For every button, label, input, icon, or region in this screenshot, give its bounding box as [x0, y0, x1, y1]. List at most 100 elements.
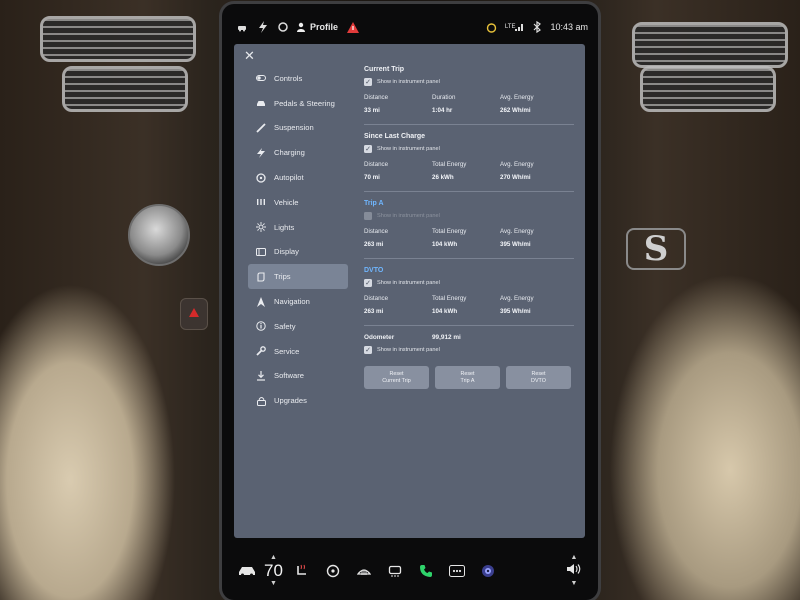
defrost-rear-icon[interactable]: [384, 560, 406, 582]
sidebar-item-autopilot[interactable]: Autopilot: [248, 165, 348, 190]
sidebar-item-label: Lights: [274, 222, 295, 232]
lock-icon: [256, 396, 266, 406]
trip-a-show-checkbox[interactable]: Show in instrument panel: [364, 212, 574, 220]
volume-up-icon[interactable]: ▲: [571, 554, 578, 562]
current-trip-stats: Distance 33 mi Duration 1:04 hr Avg. Energ…: [364, 94, 574, 114]
car-icon: [256, 98, 266, 108]
stat-label: Distance: [364, 94, 389, 101]
stat-avg-energy: Avg. Energy 395 Wh/mi: [500, 295, 570, 315]
network-label: LTE: [504, 24, 516, 30]
glovebox-knob: [128, 204, 190, 266]
stat-label: Total Energy: [432, 161, 467, 168]
sidebar-item-label: Safety: [274, 321, 296, 331]
sidebar-item-charging[interactable]: Charging: [248, 140, 348, 165]
sidebar-item-label: Suspension: [274, 123, 314, 133]
stat-value: 263 mi: [364, 241, 384, 248]
trips-content: Current Trip ✓ Show in instrument panel …: [364, 66, 574, 389]
sidebar-item-label: Software: [274, 371, 304, 381]
odometer-show-checkbox[interactable]: ✓ Show in instrument panel: [364, 346, 574, 354]
odometer-label: Odometer: [364, 334, 395, 341]
right-air-vent: [632, 22, 788, 68]
temp-down-icon[interactable]: ▼: [270, 580, 277, 588]
lightning-icon[interactable]: [256, 20, 270, 34]
button-line: Reset: [460, 370, 475, 377]
defrost-front-icon[interactable]: [353, 560, 375, 582]
button-line: Reset: [389, 370, 404, 377]
sidebar-item-upgrades[interactable]: Upgrades: [248, 388, 348, 413]
volume-control[interactable]: ▲ ▼: [566, 554, 582, 588]
headlight-icon[interactable]: [276, 20, 290, 34]
bottom-dock: ▲ 70 ▼ ▲ ▼: [236, 548, 588, 594]
stat-label: Avg. Energy: [500, 228, 534, 235]
sidebar-item-lights[interactable]: Lights: [248, 215, 348, 240]
seat-heater-icon[interactable]: [291, 560, 313, 582]
current-trip-show-checkbox[interactable]: ✓ Show in instrument panel: [364, 78, 574, 86]
stat-duration: Duration 1:04 hr: [432, 94, 500, 114]
settings-panel: ✕ Controls Pedals & Steering Suspension …: [234, 44, 585, 538]
checkbox-label: Show in instrument panel: [377, 280, 440, 286]
stat-distance: Distance 263 mi: [364, 228, 432, 248]
bluetooth-icon[interactable]: [530, 20, 544, 34]
checkbox-checked-icon: ✓: [364, 279, 372, 287]
stat-label: Avg. Energy: [500, 94, 534, 101]
car-lock-icon[interactable]: [236, 20, 250, 34]
temperature-control[interactable]: ▲ 70 ▼: [264, 554, 283, 588]
suspension-icon: [256, 123, 266, 133]
settings-sidebar: Controls Pedals & Steering Suspension Ch…: [248, 66, 348, 413]
stat-value: 104 kWh: [432, 241, 458, 248]
warning-icon[interactable]: [346, 20, 360, 34]
stat-value: 26 kWh: [432, 174, 454, 181]
sidebar-item-vehicle[interactable]: Vehicle: [248, 190, 348, 215]
reset-trip-a-button[interactable]: Reset Trip A: [435, 366, 500, 389]
reset-dvto-button[interactable]: Reset DVTO: [506, 366, 571, 389]
profile-button[interactable]: Profile: [296, 22, 338, 32]
profile-label: Profile: [310, 22, 339, 32]
sidebar-item-controls[interactable]: Controls: [248, 66, 348, 91]
since-last-charge-section: Since Last Charge ✓ Show in instrument p…: [364, 133, 574, 181]
sidebar-item-label: Autopilot: [274, 173, 304, 183]
volume-icon[interactable]: [566, 562, 582, 580]
stat-value: 262 Wh/mi: [500, 107, 531, 114]
since-last-charge-show-checkbox[interactable]: ✓ Show in instrument panel: [364, 145, 574, 153]
apps-icon[interactable]: [446, 560, 468, 582]
stat-total-energy: Total Energy 26 kWh: [432, 161, 500, 181]
stat-total-energy: Total Energy 104 kWh: [432, 228, 500, 248]
sidebar-item-safety[interactable]: Safety: [248, 314, 348, 339]
dvto-title: DVTO: [364, 267, 384, 274]
checkbox-label: Show in instrument panel: [377, 79, 440, 85]
stat-label: Distance: [364, 161, 389, 168]
checkbox-checked-icon: ✓: [364, 145, 372, 153]
sidebar-item-software[interactable]: Software: [248, 364, 348, 389]
car-icon[interactable]: [236, 560, 258, 582]
vehicle-bars-icon: [256, 197, 266, 207]
sidebar-item-trips[interactable]: Trips: [248, 264, 348, 290]
stat-label: Duration: [432, 94, 456, 101]
phone-icon[interactable]: [415, 560, 437, 582]
odometer-value: 99,912 mi: [432, 334, 461, 341]
stat-label: Avg. Energy: [500, 161, 534, 168]
sidebar-item-service[interactable]: Service: [248, 339, 348, 364]
sidebar-item-display[interactable]: Display: [248, 240, 348, 265]
sidebar-item-label: Charging: [274, 148, 305, 158]
sidebar-item-suspension[interactable]: Suspension: [248, 116, 348, 141]
checkbox-label: Show in instrument panel: [377, 146, 440, 152]
section-divider: [364, 258, 574, 259]
stat-value: 395 Wh/mi: [500, 241, 531, 248]
volume-down-icon[interactable]: ▼: [571, 580, 578, 588]
camera-icon[interactable]: [477, 560, 499, 582]
lightning-icon: [256, 147, 266, 158]
clock-time: 10:43 am: [550, 22, 588, 32]
sidebar-item-navigation[interactable]: Navigation: [248, 289, 348, 314]
sidebar-item-label: Upgrades: [274, 396, 307, 406]
stat-label: Avg. Energy: [500, 295, 534, 302]
reset-current-trip-button[interactable]: Reset Current Trip: [364, 366, 429, 389]
odometer-row: Odometer 99,912 mi: [364, 334, 574, 341]
sidebar-item-label: Display: [274, 247, 299, 257]
stat-distance: Distance 70 mi: [364, 161, 432, 181]
dvto-show-checkbox[interactable]: ✓ Show in instrument panel: [364, 279, 574, 287]
steering-heat-icon[interactable]: [322, 560, 344, 582]
sidebar-item-pedals-steering[interactable]: Pedals & Steering: [248, 91, 348, 116]
reset-buttons-row: Reset Current Trip Reset Trip A Reset DV…: [364, 366, 574, 389]
close-icon[interactable]: ✕: [244, 48, 258, 63]
alarm-icon[interactable]: [485, 20, 499, 34]
